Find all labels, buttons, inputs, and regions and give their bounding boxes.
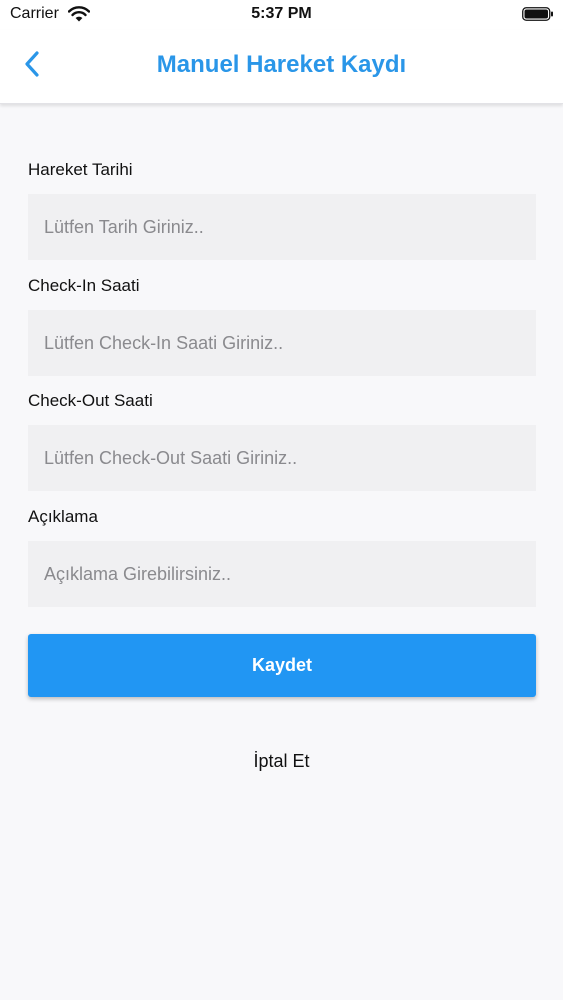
movement-date-label: Hareket Tarihi <box>28 160 133 179</box>
page-title: Manuel Hareket Kaydı <box>156 51 407 78</box>
check-in-time-input[interactable] <box>28 310 536 376</box>
movement-date-input[interactable] <box>28 194 536 260</box>
description-label: Açıklama <box>28 507 98 526</box>
status-bar: Carrier 5:37 PM <box>0 0 563 30</box>
check-out-time-label: Check-Out Saati <box>28 391 153 410</box>
check-out-time-input[interactable] <box>28 425 536 491</box>
check-in-time-label: Check-In Saati <box>28 276 140 295</box>
navigation-bar: Manuel Hareket Kaydı <box>0 30 563 104</box>
save-button[interactable]: Kaydet <box>28 634 536 697</box>
cancel-button[interactable]: İptal Et <box>0 746 563 776</box>
battery-icon <box>522 7 554 21</box>
description-input[interactable] <box>28 541 536 607</box>
status-time: 5:37 PM <box>251 5 312 22</box>
